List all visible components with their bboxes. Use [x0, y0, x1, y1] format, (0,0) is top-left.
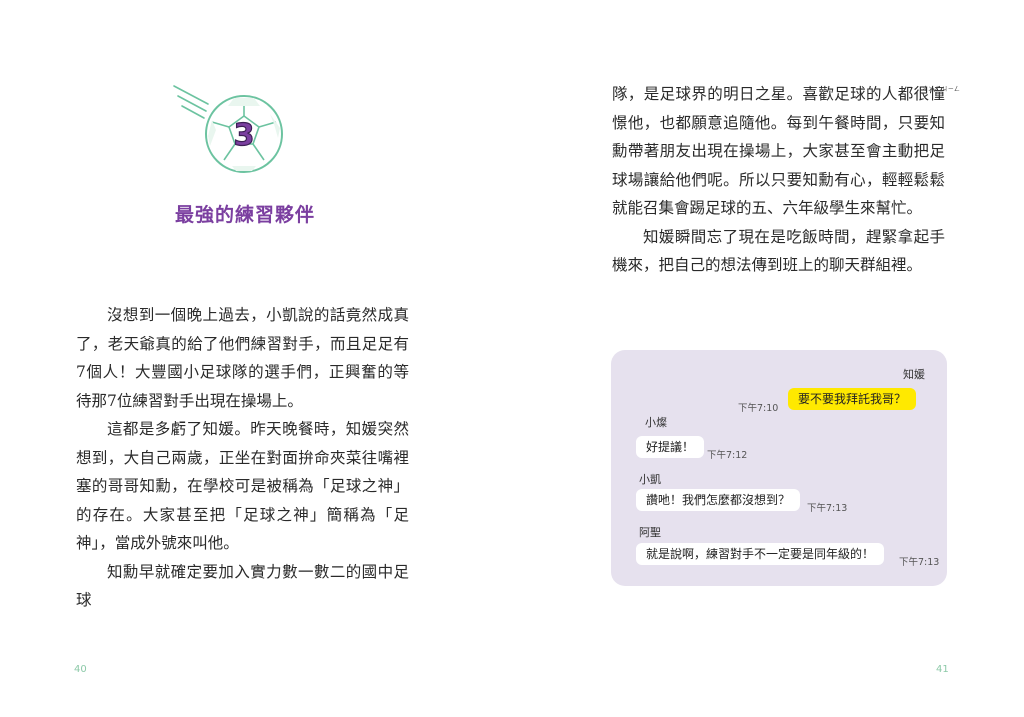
chat-sender: 阿聖: [639, 526, 661, 539]
page-number-left: 40: [74, 664, 87, 675]
chat-sender: 小凱: [639, 473, 661, 486]
chat-bubble: 讚吔！我們怎麼都沒想到？: [636, 489, 801, 511]
chat-time: 下午7:13: [899, 557, 940, 568]
left-body-text: 沒想到一個晚上過去，小凱說的話竟然成真了，老天爺真的給了他們練習對手，而且足足有…: [76, 301, 409, 615]
right-page: 隊，是足球界的明日之星。喜歡足球的人都很憧憬他，也都願意追隨他。每到午餐時間，只…: [512, 0, 1024, 717]
chat-sender: 小燦: [645, 416, 667, 429]
chat-sender: 知媛: [903, 368, 925, 381]
right-body-text: 隊，是足球界的明日之星。喜歡足球的人都很憧憬他，也都願意追隨他。每到午餐時間，只…: [612, 80, 945, 280]
chat-panel: 知媛 下午7:10 要不要我拜託我哥？ 小燦 好提議！ 下午7:12 小凱 讚吔…: [611, 350, 947, 586]
page-number-right: 41: [936, 664, 949, 675]
paragraph: 這都是多虧了知媛。昨天晚餐時，知媛突然想到，大自己兩歲，正坐在對面拚命夾菜往嘴裡…: [76, 420, 409, 552]
chat-bubble-own: 要不要我拜託我哥？: [788, 388, 917, 410]
ruby-annotation: ㄔㄨㄥ ㄐㄧㄥ: [922, 86, 960, 93]
paragraph: 知勳早就確定要加入實力數一數二的國中足球: [76, 562, 409, 610]
chapter-title: 最強的練習夥伴: [174, 204, 315, 226]
paragraph: 沒想到一個晚上過去，小凱說的話竟然成真了，老天爺真的給了他們練習對手，而且足足有…: [76, 306, 409, 410]
paragraph: 隊，是足球界的明日之星。喜歡足球的人都很憧憬他，也都願意追隨他。每到午餐時間，只…: [612, 85, 945, 217]
soccer-ball-icon: 3: [173, 85, 283, 173]
chat-time: 下午7:12: [707, 450, 748, 461]
chat-time: 下午7:13: [807, 503, 848, 514]
chat-bubble: 就是說啊，練習對手不一定要是同年級的！: [636, 543, 885, 565]
left-page: 3 最強的練習夥伴 沒想到一個晚上過去，小凱說的話竟然成真了，老天爺真的給了他們…: [0, 0, 512, 717]
chat-bubble: 好提議！: [636, 436, 705, 458]
chapter-number: 3: [234, 118, 255, 153]
paragraph: 知媛瞬間忘了現在是吃飯時間，趕緊拿起手機來，把自己的想法傳到班上的聊天群組裡。: [612, 227, 945, 275]
chat-time: 下午7:10: [738, 403, 779, 414]
